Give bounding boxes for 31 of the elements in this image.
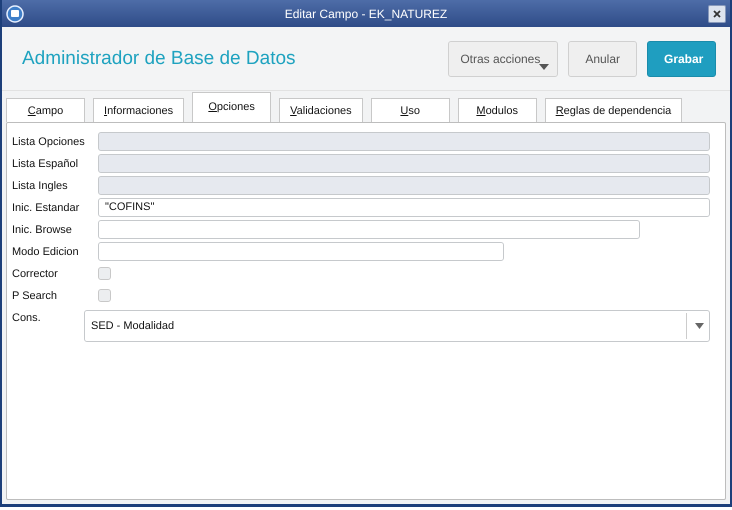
checkbox[interactable] [98,267,111,280]
field-label: Lista Español [12,158,80,170]
caret-icon [539,64,550,70]
input-field[interactable] [98,242,504,261]
input-field[interactable]: "COFINS" [98,198,710,217]
tab[interactable]: Opciones [192,92,272,122]
field-label: Corrector [12,268,59,280]
tab[interactable]: Campo [6,98,85,122]
input-field[interactable] [98,220,640,239]
tab[interactable]: Validaciones [279,98,363,122]
close-icon [713,10,721,18]
tab[interactable]: Uso [370,98,450,122]
cancel-button[interactable]: Anular [568,40,637,76]
app-icon [6,4,24,22]
field-label: Inic. Estandar [12,202,80,214]
field-label: Modo Edicion [12,246,80,258]
tab[interactable]: Reglas de dependencia [544,98,682,122]
dropdown-field[interactable]: SED - Modalidad [84,310,710,342]
page-title: Administrador de Base de Datos [22,48,297,70]
tab[interactable]: Informaciones [93,98,184,122]
menu-button[interactable]: Otras acciones [448,40,558,76]
dropdown-arrow-icon [695,323,704,329]
field-label: Cons. [12,311,42,324]
field-label: Inic. Browse [12,224,73,236]
field-label: Lista Opciones [12,136,86,148]
field-label: P Search [12,290,58,302]
field-label: Lista Ingles [12,180,69,192]
close-button[interactable] [708,4,726,22]
window-title: Editar Campo - EK_NATUREZ [284,6,448,20]
checkbox[interactable] [98,289,111,302]
tab[interactable]: Modulos [458,98,537,122]
